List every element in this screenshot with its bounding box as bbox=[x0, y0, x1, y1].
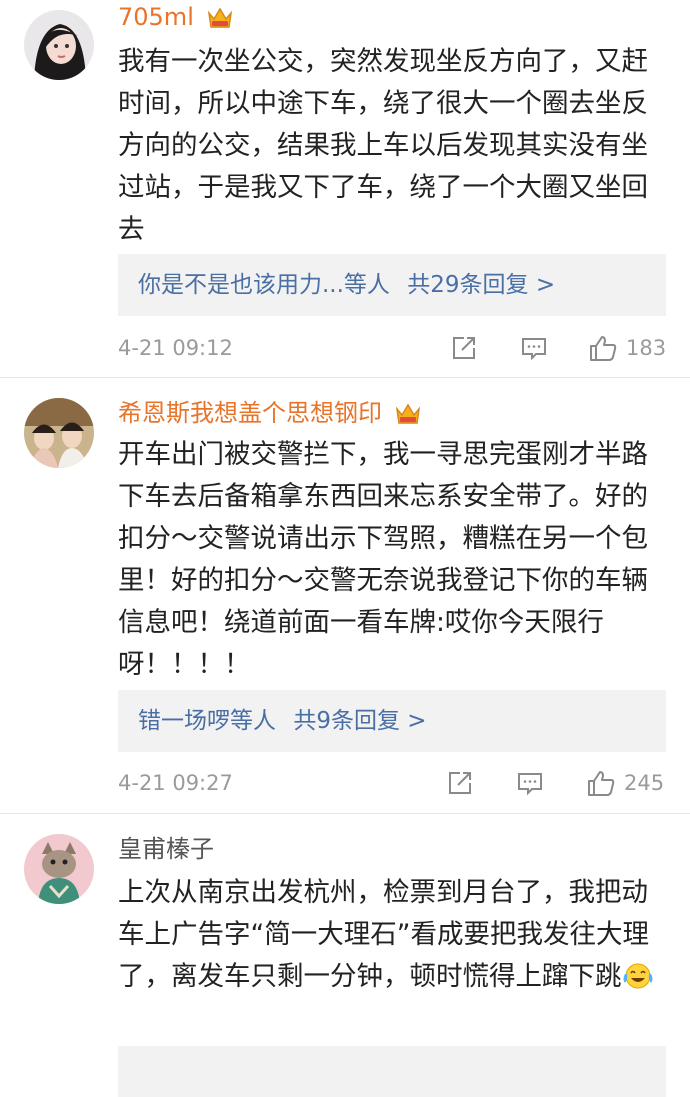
reply-count-link[interactable]: 共9条回复 > bbox=[293, 708, 426, 734]
comment-text: 我有一次坐公交，突然发现坐反方向了，又赶时间，所以中途下车，绕了很大一个圈去坐反… bbox=[118, 46, 648, 245]
comment-item: 705ml 我有一次坐公交，突然发现坐反方向了，又赶时间，所以中途下车，绕了很大… bbox=[0, 0, 690, 378]
like-count: 245 bbox=[624, 771, 665, 795]
comment-icon[interactable] bbox=[516, 769, 544, 797]
share-icon[interactable] bbox=[446, 769, 474, 797]
reply-authors: 错一场啰等人 bbox=[138, 708, 276, 734]
comment-item: 希恩斯我想盖个思想钢印 开车出门被交警拦下，我一寻思完蛋刚才半路下车去后备箱拿东… bbox=[0, 378, 690, 814]
like-count: 183 bbox=[626, 336, 667, 360]
username[interactable]: 皇甫榛子 bbox=[118, 835, 214, 863]
reply-count-link[interactable]: 共29条回复 > bbox=[407, 272, 555, 298]
comment-time: 4-21 09:12 bbox=[118, 336, 233, 360]
reply-preview[interactable] bbox=[118, 1046, 666, 1097]
reply-preview[interactable]: 错一场啰等人 共9条回复 > bbox=[118, 690, 666, 752]
username[interactable]: 希恩斯我想盖个思想钢印 bbox=[118, 399, 382, 427]
laugh-cry-icon bbox=[623, 963, 652, 989]
comment-text-content: 上次从南京出发杭州，检票到月台了，我把动车上广告字“简一大理石”看成要把我发往大… bbox=[118, 877, 649, 992]
comment-time: 4-21 09:27 bbox=[118, 771, 233, 795]
share-icon[interactable] bbox=[450, 334, 478, 362]
reply-preview[interactable]: 你是不是也该用力...等人 共29条回复 > bbox=[118, 254, 666, 316]
comment-item: 皇甫榛子 上次从南京出发杭州，检票到月台了，我把动车上广告字“简一大理石”看成要… bbox=[0, 814, 690, 1097]
like-icon[interactable] bbox=[586, 769, 616, 797]
avatar[interactable] bbox=[24, 10, 94, 80]
comment-icon[interactable] bbox=[520, 334, 548, 362]
crown-icon bbox=[395, 403, 420, 424]
like-icon[interactable] bbox=[588, 334, 618, 362]
comment-text: 上次从南京出发杭州，检票到月台了，我把动车上广告字“简一大理石”看成要把我发往大… bbox=[118, 872, 658, 998]
username[interactable]: 705ml bbox=[118, 3, 194, 31]
crown-icon bbox=[207, 7, 232, 28]
avatar[interactable] bbox=[24, 398, 94, 468]
reply-authors: 你是不是也该用力...等人 bbox=[138, 272, 390, 298]
comment-text: 开车出门被交警拦下，我一寻思完蛋刚才半路下车去后备箱拿东西回来忘系安全带了。好的… bbox=[118, 439, 648, 680]
avatar[interactable] bbox=[24, 834, 94, 904]
